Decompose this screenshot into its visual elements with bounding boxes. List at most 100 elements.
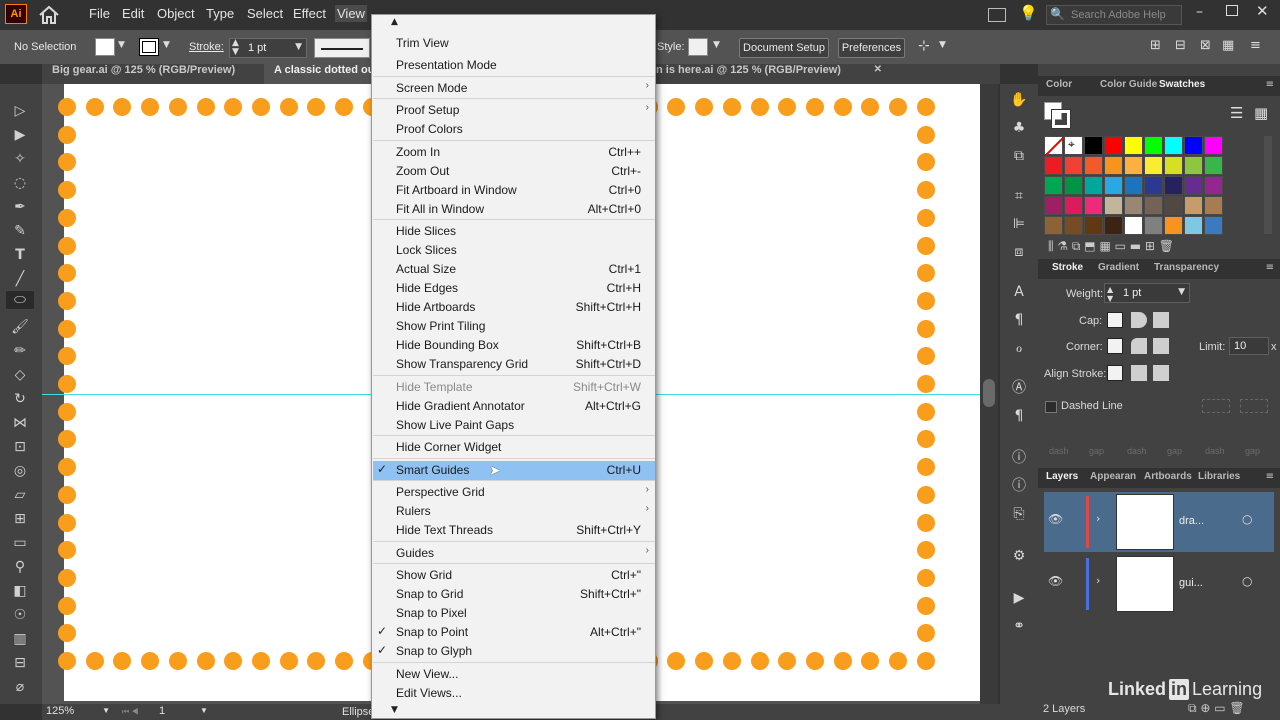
align-inside-icon[interactable]: [1131, 365, 1147, 381]
swatch[interactable]: [1184, 196, 1203, 215]
line-tool-icon[interactable]: ╱: [10, 270, 30, 288]
blend-tool-icon[interactable]: ◧: [10, 582, 30, 600]
chevron-down-icon[interactable]: ▼: [295, 42, 302, 52]
swatch[interactable]: [1084, 176, 1103, 195]
tab-color[interactable]: Color: [1046, 79, 1072, 90]
swatch[interactable]: [1104, 176, 1123, 195]
menu-item-snap-to-point[interactable]: ✓ Snap to Point Alt+Ctrl+": [373, 623, 655, 642]
swatch-scrollbar[interactable]: [1264, 136, 1272, 234]
artboard-navigator[interactable]: ⏮ ◀ 1 ▼: [122, 705, 212, 719]
stroke-swatch[interactable]: [139, 38, 159, 56]
swatch[interactable]: [1084, 196, 1103, 215]
home-icon[interactable]: [38, 5, 60, 25]
menu-item-fit-artboard-in-window[interactable]: Fit Artboard in Window Ctrl+0: [373, 181, 655, 200]
tab-swatches[interactable]: Swatches: [1159, 79, 1205, 90]
dashed-line-checkbox[interactable]: [1045, 401, 1057, 413]
chevron-down-icon[interactable]: ▼: [102, 706, 110, 715]
document-info-icon[interactable]: ⓘ: [1009, 476, 1029, 496]
lasso-icon[interactable]: ◌: [10, 174, 30, 192]
swatch[interactable]: [1164, 176, 1183, 195]
layer-actions-icons[interactable]: ⧉ ⊕ ▭ 🗑: [1188, 701, 1245, 716]
swatch[interactable]: [1144, 216, 1163, 235]
menu-item-hide-template[interactable]: Hide Template Shift+Ctrl+W: [373, 378, 655, 397]
pathfinder-icon[interactable]: ⧈: [1009, 242, 1029, 262]
rotate-tool-icon[interactable]: ↻: [10, 390, 30, 408]
perspective-grid-icon[interactable]: ▱: [10, 486, 30, 504]
workspace-switcher-icon[interactable]: [988, 8, 1006, 22]
target-icon[interactable]: ○: [1242, 512, 1252, 526]
swatch[interactable]: [1144, 196, 1163, 215]
round-join-icon[interactable]: [1131, 338, 1147, 354]
menu-item-guides[interactable]: Guides ›: [373, 544, 655, 563]
swatch[interactable]: [1104, 216, 1123, 235]
swatch[interactable]: [1164, 156, 1183, 175]
isolate-icon[interactable]: ▦: [1222, 38, 1234, 53]
tab-appearance[interactable]: Appearan: [1090, 471, 1136, 482]
swatch[interactable]: [1124, 136, 1143, 155]
menu-item-show-live-paint-gaps[interactable]: Show Live Paint Gaps: [373, 416, 655, 435]
chevron-down-icon[interactable]: ▼: [163, 40, 170, 50]
chevron-down-icon[interactable]: ▼: [200, 706, 208, 715]
chevron-right-icon[interactable]: ›: [1096, 512, 1100, 525]
tab-transparency[interactable]: Transparency: [1154, 262, 1219, 273]
registration-swatch[interactable]: ⌖: [1064, 136, 1083, 155]
scroll-up-icon[interactable]: ▲: [391, 17, 398, 27]
chevron-down-icon[interactable]: ▼: [1178, 287, 1185, 297]
swatch-libraries-icon[interactable]: ⫼ ⚗ ⧉ ⬒ ▦ ▭ ▬ ⊞ 🗑: [1048, 239, 1174, 254]
swatch[interactable]: [1164, 216, 1183, 235]
menu-item-perspective-grid[interactable]: Perspective Grid ›: [373, 483, 655, 502]
menu-item-actual-size[interactable]: Actual Size Ctrl+1: [373, 260, 655, 279]
minimize-button[interactable]: –: [1196, 4, 1203, 20]
eye-icon[interactable]: 👁: [1048, 574, 1063, 588]
tab-stroke[interactable]: Stroke: [1052, 262, 1083, 273]
swatch[interactable]: [1204, 156, 1223, 175]
menu-item-new-view[interactable]: New View...: [373, 665, 655, 684]
stepper-icon[interactable]: ▲ ▼: [232, 39, 239, 57]
paragraph-styles-icon[interactable]: ¶: [1009, 406, 1029, 426]
swatch[interactable]: [1184, 216, 1203, 235]
swatch[interactable]: [1124, 156, 1143, 175]
link-icon[interactable]: ⚭: [1009, 616, 1029, 636]
menu-item-trim-view[interactable]: Trim View: [373, 34, 655, 53]
info-icon[interactable]: ⓘ: [1009, 448, 1029, 468]
bevel-join-icon[interactable]: [1153, 338, 1169, 354]
first-artboard-icon[interactable]: ⏮ ◀: [122, 707, 139, 716]
menu-object[interactable]: Object: [157, 6, 195, 21]
magic-wand-icon[interactable]: ✧: [10, 150, 30, 168]
swatch[interactable]: [1064, 176, 1083, 195]
character-styles-icon[interactable]: Ⓐ: [1009, 378, 1029, 398]
ellipse-tool-icon[interactable]: ⬭: [6, 291, 34, 309]
menu-item-hide-edges[interactable]: Hide Edges Ctrl+H: [373, 279, 655, 298]
swatch[interactable]: [1204, 136, 1223, 155]
menu-effect[interactable]: Effect: [293, 6, 326, 21]
fill-stroke-indicator[interactable]: [1044, 102, 1071, 129]
swatch[interactable]: [1104, 156, 1123, 175]
eyedropper-icon[interactable]: ⚲: [10, 558, 30, 576]
artboard-tool-icon[interactable]: ⊟: [10, 654, 30, 672]
menu-item-zoom-out[interactable]: Zoom Out Ctrl+-: [373, 162, 655, 181]
weight-field[interactable]: ▲ ▼ 1 pt ▼: [1104, 283, 1190, 303]
menu-select[interactable]: Select: [247, 6, 283, 21]
swatch[interactable]: [1144, 156, 1163, 175]
swatch-grid[interactable]: ⌖: [1044, 136, 1249, 236]
fill-swatch[interactable]: [95, 38, 115, 56]
swatch[interactable]: [1064, 196, 1083, 215]
opentype-icon[interactable]: ℴ: [1009, 338, 1029, 358]
scroll-down-icon[interactable]: ▼: [391, 705, 398, 715]
links-icon[interactable]: ⧉: [1009, 146, 1029, 166]
eraser-icon[interactable]: ◇: [10, 366, 30, 384]
play-icon[interactable]: ▶: [1009, 588, 1029, 608]
round-cap-icon[interactable]: [1131, 312, 1147, 328]
grid-view-icon[interactable]: ▦: [1254, 104, 1268, 122]
tab-layers[interactable]: Layers: [1046, 471, 1078, 482]
butt-cap-icon[interactable]: [1107, 312, 1123, 328]
menu-type[interactable]: Type: [206, 6, 234, 21]
swatch[interactable]: [1124, 196, 1143, 215]
projecting-cap-icon[interactable]: [1153, 312, 1169, 328]
swatch[interactable]: [1184, 136, 1203, 155]
swatch[interactable]: [1104, 136, 1123, 155]
menu-item-show-grid[interactable]: Show Grid Ctrl+": [373, 566, 655, 585]
zoom-field[interactable]: 125% ▼: [46, 705, 110, 719]
preferences-button[interactable]: Preferences: [838, 38, 905, 58]
align-panel-icon[interactable]: ⊫: [1009, 214, 1029, 234]
